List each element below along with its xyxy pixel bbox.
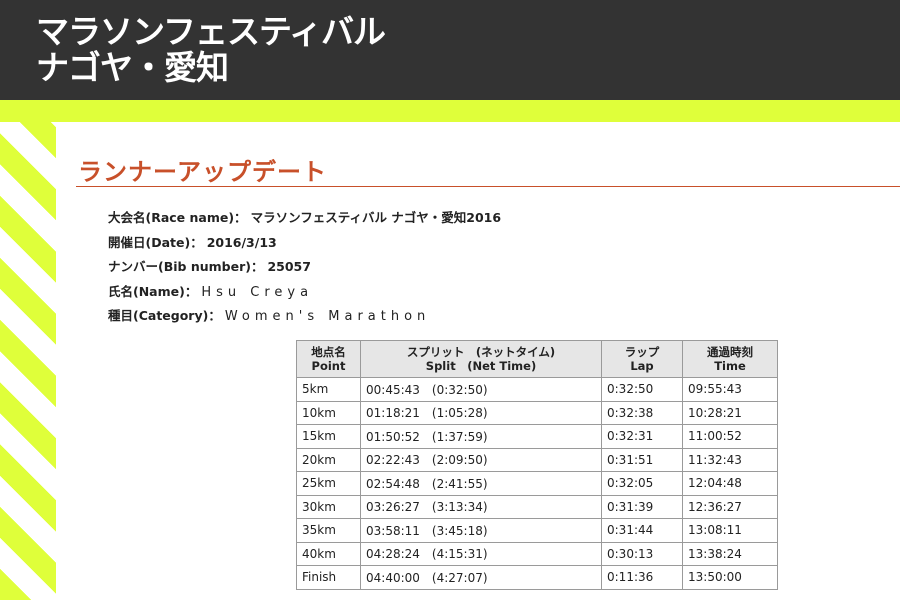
cell-point: 30km <box>296 494 361 519</box>
date-value: 2016/3/13 <box>206 234 277 250</box>
cell-lap: 0:31:39 <box>601 494 683 519</box>
cell-point: 10km <box>296 400 361 425</box>
cell-time: 12:04:48 <box>682 471 778 496</box>
cell-point: 35km <box>296 518 361 543</box>
site-title-line-1: マラソンフェスティバル <box>36 12 386 51</box>
main-content: ランナーアップデート 大会名(Race name)： マラソンフェスティバル ナゴ… <box>56 122 900 600</box>
table-header-row: 地点名 Point スプリット (ネットタイム) Split (Net Time) … <box>296 340 778 378</box>
decorative-stripe-left <box>0 100 56 600</box>
cell-time: 13:08:11 <box>682 518 778 543</box>
cell-lap: 0:31:44 <box>601 518 683 543</box>
race-name-label: 大会名(Race name)： <box>108 210 247 225</box>
cell-split: 04:28:24 (4:15:31) <box>360 541 602 566</box>
runner-info: 大会名(Race name)： マラソンフェスティバル ナゴヤ・愛知2016 開催… <box>108 210 501 333</box>
bib-label: ナンバー(Bib number)： <box>108 259 264 274</box>
name-row: 氏名(Name)： Hsu Creya <box>108 284 501 309</box>
cell-point: 40km <box>296 541 361 566</box>
category-label: 種目(Category)： <box>108 308 221 323</box>
cell-lap: 0:30:13 <box>601 541 683 566</box>
bib-row: ナンバー(Bib number)： 25057 <box>108 259 501 284</box>
cell-split: 01:18:21 (1:05:28) <box>360 400 602 425</box>
date-label: 開催日(Date)： <box>108 234 203 250</box>
cell-time: 11:00:52 <box>682 424 778 449</box>
title-divider <box>76 186 900 187</box>
cell-split: 00:45:43 (0:32:50) <box>360 377 602 402</box>
table-row: 5km 00:45:43 (0:32:50) 0:32:50 09:55:43 <box>296 377 778 402</box>
cell-split: 04:40:00 (4:27:07) <box>360 565 602 590</box>
cell-lap: 0:32:05 <box>601 471 683 496</box>
table-row: 15km 01:50:52 (1:37:59) 0:32:31 11:00:52 <box>296 424 778 449</box>
bib-value: 25057 <box>267 259 311 274</box>
site-header: マラソンフェスティバル ナゴヤ・愛知 <box>0 0 900 100</box>
cell-point: Finish <box>296 565 361 590</box>
cell-split: 02:54:48 (2:41:55) <box>360 471 602 496</box>
table-row: Finish 04:40:00 (4:27:07) 0:11:36 13:50:00 <box>296 565 778 590</box>
table-row: 40km 04:28:24 (4:15:31) 0:30:13 13:38:24 <box>296 541 778 566</box>
cell-lap: 0:32:50 <box>601 377 683 402</box>
table-row: 25km 02:54:48 (2:41:55) 0:32:05 12:04:48 <box>296 471 778 496</box>
page-title: ランナーアップデート <box>78 158 328 186</box>
col-header-split: スプリット (ネットタイム) Split (Net Time) <box>360 340 602 378</box>
cell-point: 15km <box>296 424 361 449</box>
table-row: 10km 01:18:21 (1:05:28) 0:32:38 10:28:21 <box>296 400 778 425</box>
date-row: 開催日(Date)： 2016/3/13 <box>108 235 501 260</box>
cell-lap: 0:31:51 <box>601 447 683 472</box>
splits-table: 地点名 Point スプリット (ネットタイム) Split (Net Time) … <box>296 340 778 590</box>
cell-split: 03:58:11 (3:45:18) <box>360 518 602 543</box>
table-row: 35km 03:58:11 (3:45:18) 0:31:44 13:08:11 <box>296 518 778 543</box>
table-row: 20km 02:22:43 (2:09:50) 0:31:51 11:32:43 <box>296 447 778 472</box>
col-header-point: 地点名 Point <box>296 340 361 378</box>
name-label: 氏名(Name)： <box>108 283 198 299</box>
cell-point: 25km <box>296 471 361 496</box>
cell-point: 20km <box>296 447 361 472</box>
cell-split: 01:50:52 (1:37:59) <box>360 424 602 449</box>
cell-split: 02:22:43 (2:09:50) <box>360 447 602 472</box>
col-header-time: 通過時刻 Time <box>682 340 778 378</box>
col-header-lap: ラップ Lap <box>601 340 683 378</box>
table-row: 30km 03:26:27 (3:13:34) 0:31:39 12:36:27 <box>296 494 778 519</box>
cell-time: 13:50:00 <box>682 565 778 590</box>
cell-split: 03:26:27 (3:13:34) <box>360 494 602 519</box>
name-value: Hsu Creya <box>201 284 314 300</box>
race-name-value: マラソンフェスティバル ナゴヤ・愛知2016 <box>250 210 502 225</box>
cell-lap: 0:32:38 <box>601 400 683 425</box>
cell-time: 11:32:43 <box>682 447 778 472</box>
category-value: Women's Marathon <box>224 309 431 324</box>
cell-time: 09:55:43 <box>682 377 778 402</box>
cell-time: 12:36:27 <box>682 494 778 519</box>
category-row: 種目(Category)： Women's Marathon <box>108 308 501 333</box>
cell-time: 10:28:21 <box>682 400 778 425</box>
cell-time: 13:38:24 <box>682 541 778 566</box>
cell-lap: 0:11:36 <box>601 565 683 590</box>
cell-point: 5km <box>296 377 361 402</box>
site-title[interactable]: マラソンフェスティバル ナゴヤ・愛知 <box>36 12 386 87</box>
decorative-stripe-top <box>0 100 900 122</box>
race-name-row: 大会名(Race name)： マラソンフェスティバル ナゴヤ・愛知2016 <box>108 210 501 235</box>
site-title-line-2: ナゴヤ・愛知 <box>36 48 229 87</box>
cell-lap: 0:32:31 <box>601 424 683 449</box>
